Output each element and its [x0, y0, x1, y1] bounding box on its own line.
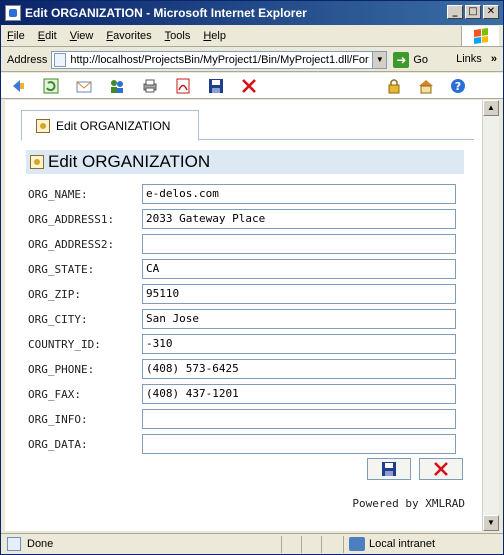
help-icon[interactable]: ?	[449, 77, 467, 95]
links-chevron-icon: »	[490, 53, 497, 65]
page-icon	[54, 52, 67, 67]
form-row: ORG_DATA:	[28, 434, 458, 454]
field-label: ORG_ADDRESS2:	[28, 237, 115, 251]
field-label: ORG_CITY:	[28, 312, 88, 326]
nav-back-icon[interactable]	[9, 77, 27, 95]
title-bar: Edit ORGANIZATION - Microsoft Internet E…	[1, 1, 503, 25]
form-row: ORG_STATE: CA	[28, 259, 458, 279]
org-phone-input[interactable]: (408) 573-6425	[142, 359, 456, 379]
form-row: ORG_PHONE: (408) 573-6425	[28, 359, 458, 379]
menu-edit[interactable]: Edit	[38, 30, 57, 42]
org-city-input[interactable]: San Jose	[142, 309, 456, 329]
org-info-input[interactable]	[142, 409, 456, 429]
vertical-scrollbar[interactable]: ▲ ▼	[482, 100, 499, 531]
address-bar: Address http://localhost/ProjectsBin/MyP…	[1, 48, 503, 72]
delete-icon[interactable]	[240, 77, 258, 95]
menu-tools[interactable]: Tools	[165, 30, 191, 42]
field-label: ORG_FAX:	[28, 387, 81, 401]
svg-text:?: ?	[455, 80, 461, 93]
tab-strip: Edit ORGANIZATION	[21, 110, 474, 141]
save-icon[interactable]	[207, 77, 225, 95]
organization-icon	[36, 118, 50, 133]
form-row: ORG_ADDRESS2:	[28, 234, 458, 254]
save-icon	[382, 462, 396, 476]
org-address1-input[interactable]: 2033 Gateway Place	[142, 209, 456, 229]
form-row: ORG_INFO:	[28, 409, 458, 429]
scroll-down-icon[interactable]: ▼	[483, 515, 499, 531]
org-zip-input[interactable]: 95110	[142, 284, 456, 304]
save-button[interactable]	[367, 458, 411, 480]
organization-icon	[30, 155, 44, 169]
go-arrow-icon: ➜	[393, 51, 410, 68]
home-icon[interactable]	[417, 77, 435, 95]
app-toolbar: ?	[1, 73, 503, 99]
menu-view[interactable]: View	[70, 30, 94, 42]
field-label: ORG_PHONE:	[28, 362, 95, 376]
refresh-icon[interactable]	[42, 77, 60, 95]
field-label: ORG_ZIP:	[28, 287, 81, 301]
status-text: Done	[27, 538, 54, 550]
window-title: Edit ORGANIZATION - Microsoft Internet E…	[25, 6, 307, 20]
field-label: COUNTRY_ID:	[28, 337, 101, 351]
menu-bar: File Edit View Favorites Tools Help	[1, 25, 503, 47]
form-row: COUNTRY_ID: -310	[28, 334, 458, 354]
org-address2-input[interactable]	[142, 234, 456, 254]
menu-favorites[interactable]: Favorites	[106, 30, 151, 42]
browser-window: Edit ORGANIZATION - Microsoft Internet E…	[0, 0, 504, 555]
field-label: ORG_INFO:	[28, 412, 88, 426]
menu-file[interactable]: File	[7, 30, 25, 42]
go-button[interactable]: ➜ Go	[393, 51, 429, 68]
security-zone: Local intranet	[349, 537, 435, 551]
address-label: Address	[7, 53, 48, 66]
users-icon[interactable]	[108, 77, 126, 95]
form-actions	[367, 458, 463, 480]
ie-icon	[5, 5, 21, 21]
org-state-input[interactable]: CA	[142, 259, 456, 279]
org-data-input[interactable]	[142, 434, 456, 454]
windows-logo-icon	[461, 26, 499, 46]
delete-button[interactable]	[419, 458, 463, 480]
org-fax-input[interactable]: (408) 437-1201	[142, 384, 456, 404]
tab-edit-organization[interactable]: Edit ORGANIZATION	[21, 110, 199, 141]
form-row: ORG_ADDRESS1: 2033 Gateway Place	[28, 209, 458, 229]
address-dropdown-icon[interactable]: ▼	[372, 51, 387, 68]
address-input[interactable]: http://localhost/ProjectsBin/MyProject1/…	[51, 50, 388, 69]
links-button[interactable]: Links »	[456, 53, 497, 65]
print-icon[interactable]	[141, 77, 159, 95]
intranet-icon	[349, 537, 365, 551]
go-label: Go	[413, 53, 429, 66]
tab-label: Edit ORGANIZATION	[56, 118, 171, 133]
menu-help[interactable]: Help	[203, 30, 226, 42]
maximize-button[interactable]: □	[465, 5, 481, 19]
close-button[interactable]: ✕	[483, 5, 499, 19]
pdf-icon[interactable]	[174, 77, 192, 95]
delete-icon	[434, 462, 448, 476]
links-label: Links	[456, 53, 482, 65]
address-url[interactable]: http://localhost/ProjectsBin/MyProject1/…	[70, 54, 372, 66]
country-id-input[interactable]: -310	[142, 334, 456, 354]
field-label: ORG_DATA:	[28, 437, 88, 451]
mail-icon[interactable]	[75, 77, 93, 95]
minimize-button[interactable]: _	[447, 5, 463, 19]
page-done-icon	[7, 537, 21, 551]
field-label: ORG_NAME:	[28, 187, 88, 201]
page-content: Edit ORGANIZATION Edit ORGANIZATION ORG_…	[5, 100, 483, 531]
zone-label: Local intranet	[369, 538, 436, 550]
field-label: ORG_STATE:	[28, 262, 95, 276]
page-title: Edit ORGANIZATION	[48, 152, 211, 171]
powered-by-text: Powered by XMLRAD	[352, 497, 465, 510]
field-label: ORG_ADDRESS1:	[28, 212, 115, 226]
scroll-up-icon[interactable]: ▲	[483, 100, 499, 116]
page-heading: Edit ORGANIZATION	[26, 150, 464, 174]
form-row: ORG_NAME: e-delos.com	[28, 184, 458, 204]
form-row: ORG_CITY: San Jose	[28, 309, 458, 329]
status-bar: Done Local intranet	[1, 533, 503, 554]
form-row: ORG_ZIP: 95110	[28, 284, 458, 304]
form-row: ORG_FAX: (408) 437-1201	[28, 384, 458, 404]
lock-icon[interactable]	[385, 77, 403, 95]
org-name-input[interactable]: e-delos.com	[142, 184, 456, 204]
